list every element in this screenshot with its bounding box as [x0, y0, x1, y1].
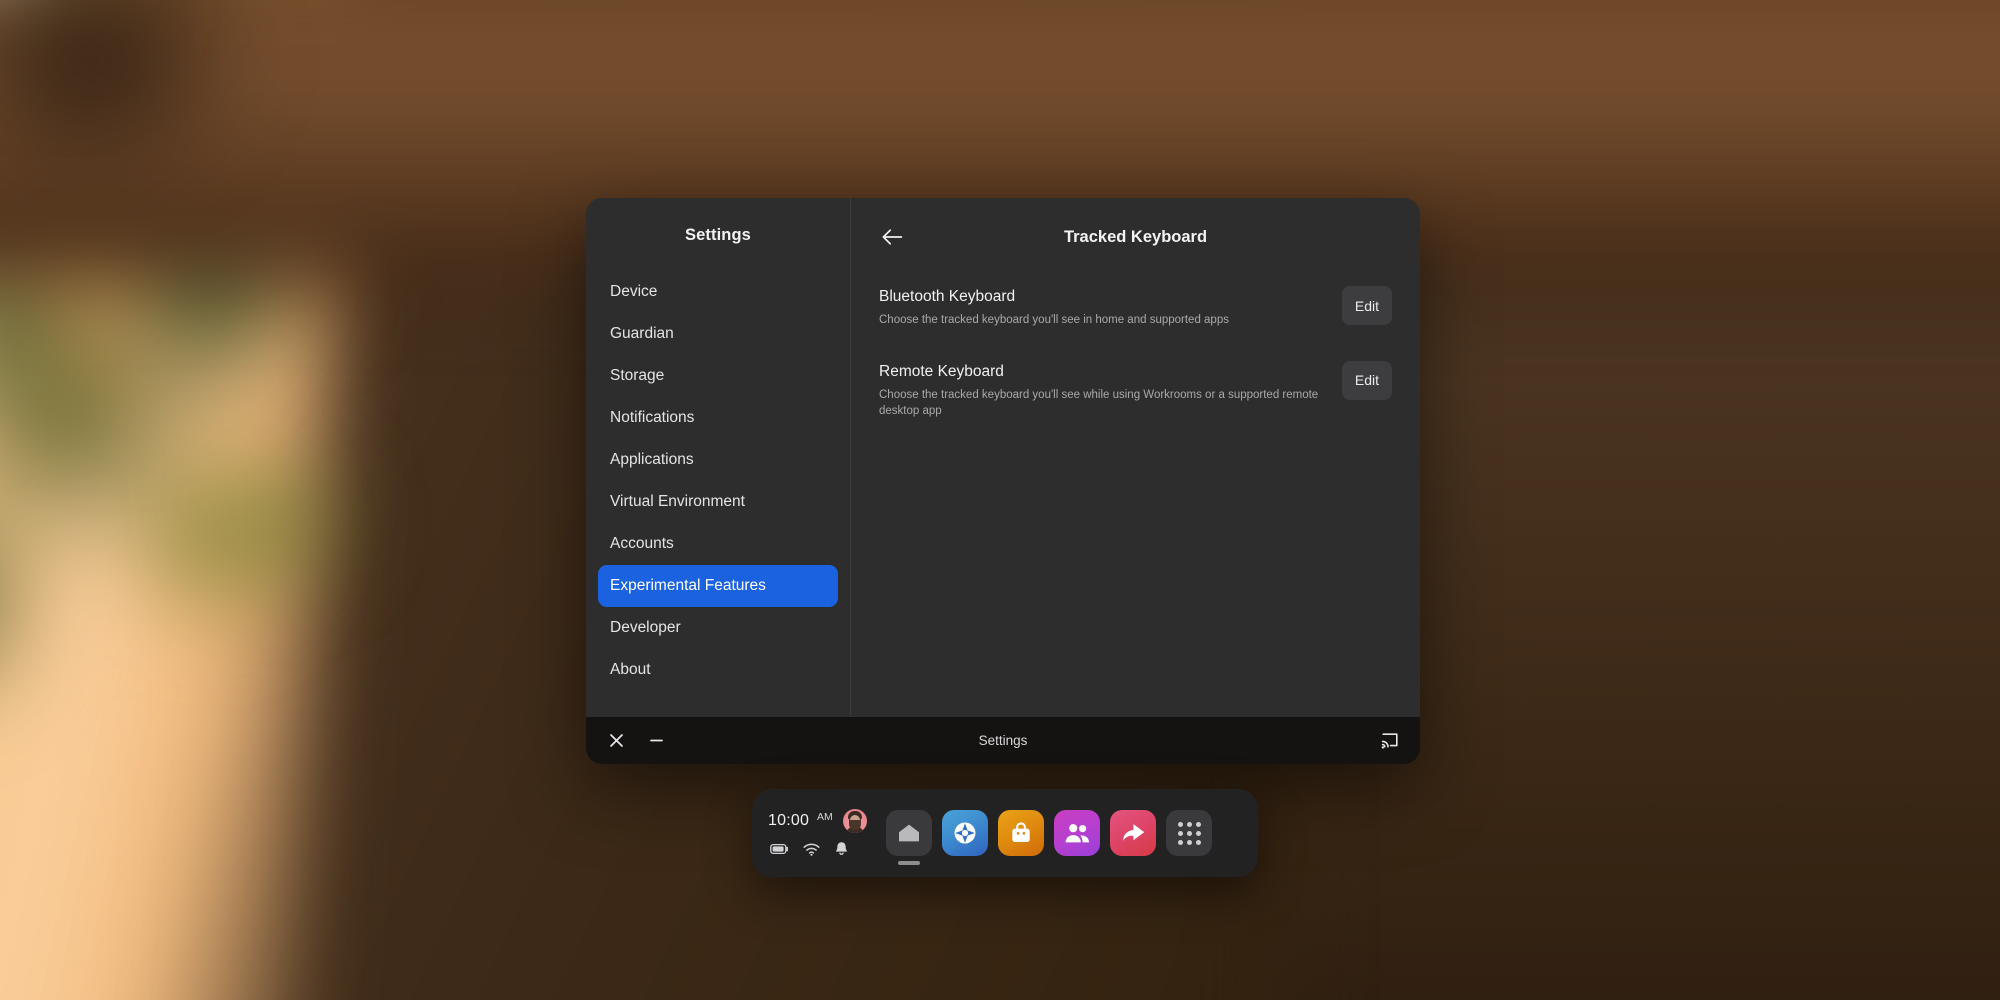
- minimize-icon: [649, 739, 663, 742]
- detail-header: Tracked Keyboard: [879, 198, 1392, 276]
- sidebar-item-applications[interactable]: Applications: [598, 439, 838, 481]
- explore-icon: [954, 822, 976, 844]
- sidebar-item-label: Device: [610, 283, 658, 300]
- home-icon: [899, 824, 919, 842]
- dock-app-people[interactable]: [1054, 810, 1100, 856]
- dock-status-icons: [768, 841, 872, 857]
- window-controls: [604, 729, 668, 753]
- sidebar-item-label: Developer: [610, 619, 681, 636]
- setting-description: Choose the tracked keyboard you'll see w…: [879, 388, 1319, 418]
- close-icon: [609, 734, 623, 747]
- clock-meridiem: AM: [817, 811, 833, 823]
- sidebar-item-storage[interactable]: Storage: [598, 355, 838, 397]
- window-title: Settings: [978, 733, 1028, 748]
- share-arrow-icon: [1123, 824, 1145, 841]
- dock-app-list: [886, 810, 1212, 865]
- close-button[interactable]: [604, 729, 628, 753]
- avatar[interactable]: [842, 809, 867, 833]
- bell-icon[interactable]: [834, 841, 849, 857]
- wifi-icon[interactable]: [803, 843, 820, 856]
- settings-detail-panel: Tracked Keyboard Bluetooth Keyboard Choo…: [851, 198, 1420, 717]
- sidebar-item-accounts[interactable]: Accounts: [598, 523, 838, 565]
- arrow-left-icon: [882, 229, 903, 245]
- clock-time: 10:00: [768, 812, 810, 829]
- sidebar-title: Settings: [685, 226, 751, 244]
- sidebar-item-about[interactable]: About: [598, 649, 838, 691]
- dock-app-library[interactable]: [1166, 810, 1212, 856]
- sidebar-item-label: Applications: [610, 451, 694, 468]
- minimize-button[interactable]: [644, 729, 668, 753]
- sidebar-item-guardian[interactable]: Guardian: [598, 313, 838, 355]
- dock-app-share[interactable]: [1110, 810, 1156, 856]
- sidebar-item-device[interactable]: Device: [598, 271, 838, 313]
- app-grid-icon: [1177, 821, 1201, 845]
- sidebar-nav: Device Guardian Storage Notifications Ap…: [598, 271, 838, 691]
- cast-button[interactable]: [1378, 729, 1402, 753]
- dock-app-home[interactable]: [886, 810, 932, 865]
- dock-status-area[interactable]: 10:00 AM: [768, 809, 878, 857]
- app-running-indicator: [898, 861, 920, 865]
- sidebar-item-label: Notifications: [610, 409, 695, 426]
- window-bar-right: [1378, 729, 1402, 753]
- sidebar-item-label: Accounts: [610, 535, 674, 552]
- settings-window-body: Settings Device Guardian Storage Notific…: [586, 198, 1420, 717]
- dock-app-store[interactable]: [998, 810, 1044, 856]
- sidebar-item-experimental-features[interactable]: Experimental Features: [598, 565, 838, 607]
- setting-row-bluetooth-keyboard: Bluetooth Keyboard Choose the tracked ke…: [879, 276, 1392, 337]
- store-bag-icon: [1012, 822, 1030, 842]
- page-title: Tracked Keyboard: [1063, 227, 1208, 246]
- setting-description: Choose the tracked keyboard you'll see i…: [879, 314, 1229, 326]
- battery-icon[interactable]: [770, 843, 789, 855]
- background-shadow-top: [0, 0, 300, 240]
- dock-clock-row: 10:00 AM: [768, 809, 872, 833]
- setting-row-text: Bluetooth Keyboard Choose the tracked ke…: [879, 286, 1324, 329]
- sidebar-item-label: Virtual Environment: [610, 493, 745, 510]
- setting-row-text: Remote Keyboard Choose the tracked keybo…: [879, 361, 1324, 420]
- cast-icon: [1381, 732, 1398, 749]
- edit-bluetooth-keyboard-button[interactable]: Edit: [1341, 286, 1392, 325]
- sidebar-item-notifications[interactable]: Notifications: [598, 397, 838, 439]
- edit-remote-keyboard-button[interactable]: Edit: [1341, 360, 1392, 400]
- sidebar-item-label: About: [610, 661, 651, 678]
- setting-row-remote-keyboard: Remote Keyboard Choose the tracked keybo…: [879, 351, 1392, 428]
- sidebar-item-developer[interactable]: Developer: [598, 607, 838, 649]
- back-button[interactable]: [875, 220, 909, 254]
- sidebar-item-label: Storage: [610, 367, 665, 384]
- setting-title: Bluetooth Keyboard: [879, 288, 1016, 305]
- dock-app-explore[interactable]: [942, 810, 988, 856]
- sidebar-item-virtual-environment[interactable]: Virtual Environment: [598, 481, 838, 523]
- people-icon: [1065, 824, 1089, 843]
- settings-sidebar: Settings Device Guardian Storage Notific…: [586, 198, 851, 717]
- settings-window: Settings Device Guardian Storage Notific…: [586, 198, 1420, 764]
- sidebar-item-label: Experimental Features: [610, 577, 766, 594]
- window-bottom-bar: Settings: [586, 717, 1420, 764]
- setting-title: Remote Keyboard: [879, 362, 1004, 380]
- sidebar-item-label: Guardian: [610, 325, 674, 342]
- system-dock: 10:00 AM: [752, 789, 1258, 877]
